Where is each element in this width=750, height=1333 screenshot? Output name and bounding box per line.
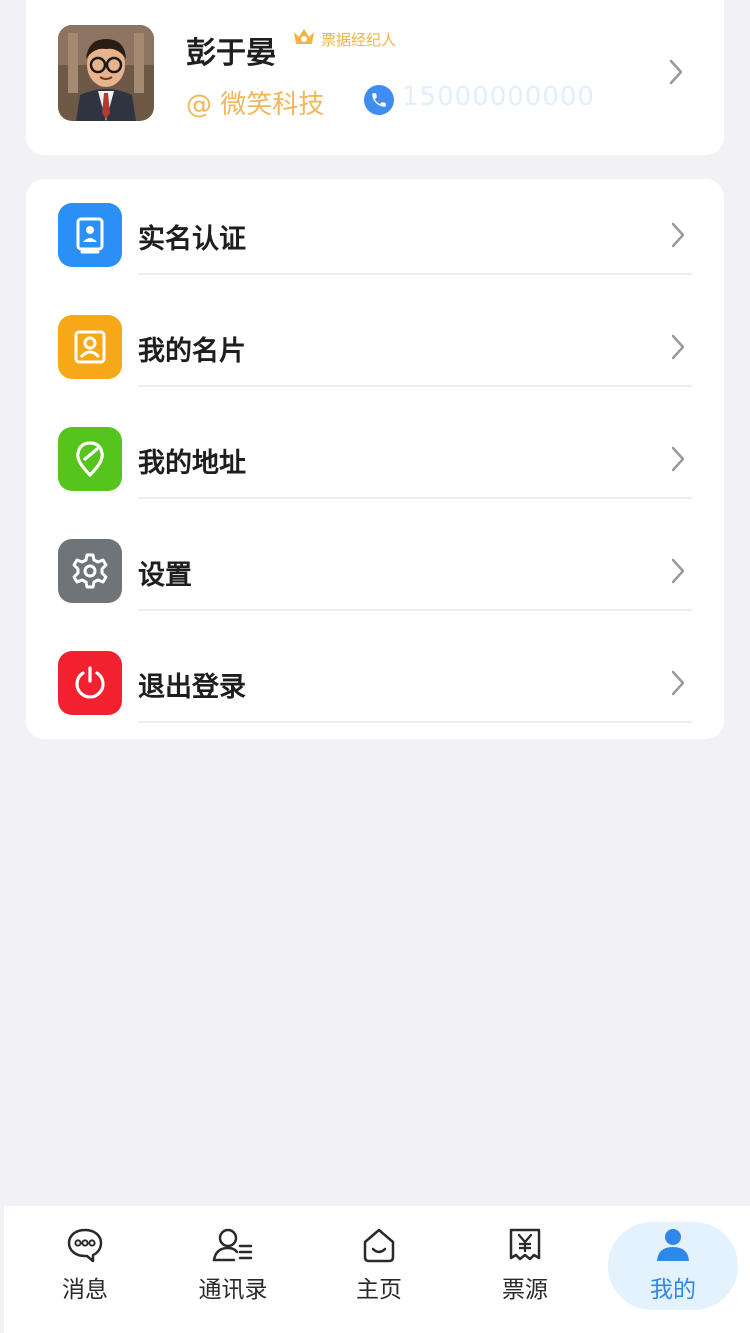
- chevron-right-icon: [670, 669, 686, 701]
- power-icon: [58, 651, 122, 715]
- contacts-icon: [212, 1226, 254, 1268]
- menu-label: 实名认证: [138, 224, 246, 255]
- tab-label: 通讯录: [198, 1277, 268, 1303]
- menu-label: 我的名片: [138, 336, 246, 367]
- bill-yuan-icon: [505, 1226, 545, 1268]
- phone-icon: [364, 85, 394, 115]
- tab-messages[interactable]: 消息: [12, 1206, 158, 1333]
- menu-label: 退出登录: [138, 672, 246, 703]
- chevron-right-icon: [670, 221, 686, 253]
- tab-mine[interactable]: 我的: [608, 1206, 750, 1333]
- menu-item-settings[interactable]: 设置: [26, 515, 724, 627]
- profile-card[interactable]: 彭于晏 票据经纪人 @ 微笑科技 15000000000: [26, 0, 724, 155]
- divider: [138, 721, 692, 723]
- tab-label: 票源: [502, 1277, 548, 1303]
- tab-label: 主页: [356, 1277, 402, 1303]
- chat-bubble-icon: [65, 1226, 105, 1268]
- role-badge: 票据经纪人: [291, 26, 396, 52]
- divider: [138, 385, 692, 387]
- menu-item-real-name[interactable]: 实名认证: [26, 179, 724, 291]
- tab-label: 消息: [62, 1277, 108, 1303]
- chevron-right-icon: [670, 557, 686, 589]
- chevron-right-icon: [668, 58, 684, 90]
- bottom-tab-bar: 消息 通讯录 主页 票源 我的: [4, 1206, 750, 1333]
- menu-list: 实名认证 我的名片 我的地址 设置 退出登录: [26, 179, 724, 739]
- user-icon: [653, 1226, 693, 1268]
- divider: [138, 497, 692, 499]
- crown-icon: [291, 26, 317, 52]
- phone-number: 15000000000: [402, 82, 595, 112]
- location-pin-icon: [58, 427, 122, 491]
- tab-bills[interactable]: 票源: [452, 1206, 598, 1333]
- company-name: @ 微笑科技: [186, 90, 325, 120]
- tab-home[interactable]: 主页: [306, 1206, 452, 1333]
- profile-name: 彭于晏: [186, 36, 276, 71]
- tab-contacts[interactable]: 通讯录: [160, 1206, 306, 1333]
- chevron-right-icon: [670, 333, 686, 365]
- role-label: 票据经纪人: [321, 30, 397, 49]
- divider: [138, 273, 692, 275]
- chevron-right-icon: [670, 445, 686, 477]
- contact-card-icon: [58, 315, 122, 379]
- gear-icon: [58, 539, 122, 603]
- id-card-icon: [58, 203, 122, 267]
- tab-label: 我的: [650, 1277, 696, 1303]
- menu-label: 我的地址: [138, 448, 246, 479]
- home-icon: [359, 1226, 399, 1268]
- menu-item-logout[interactable]: 退出登录: [26, 627, 724, 739]
- menu-label: 设置: [138, 560, 192, 591]
- profile-page: 彭于晏 票据经纪人 @ 微笑科技 15000000000 实名认证 我的名片 我…: [0, 0, 750, 1333]
- menu-item-business-card[interactable]: 我的名片: [26, 291, 724, 403]
- divider: [138, 609, 692, 611]
- avatar[interactable]: [58, 25, 154, 121]
- menu-item-address[interactable]: 我的地址: [26, 403, 724, 515]
